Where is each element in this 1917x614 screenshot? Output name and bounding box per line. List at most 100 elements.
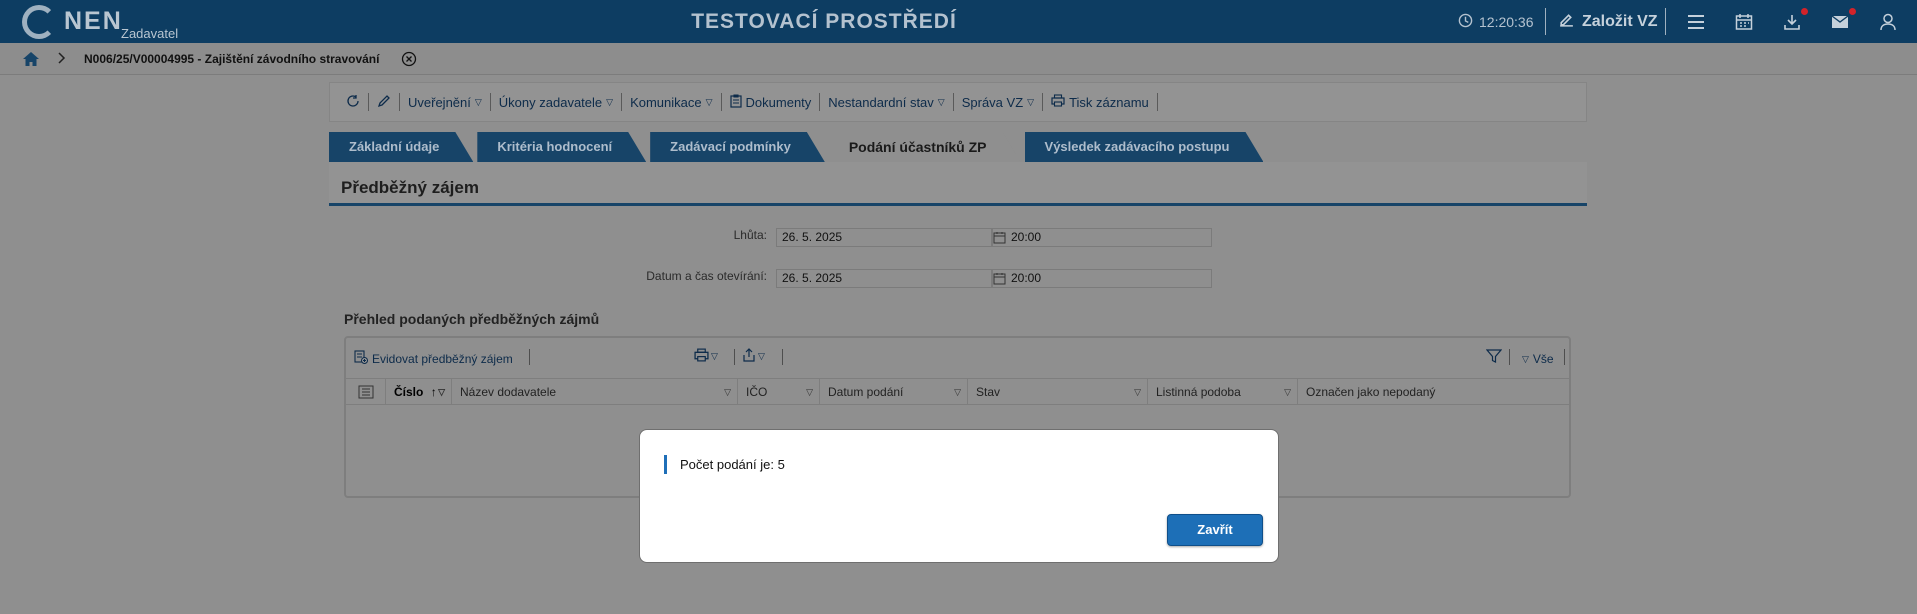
tab-zakladni-udaje[interactable]: Základní údaje — [329, 132, 473, 162]
calendar-icon — [993, 272, 1006, 290]
refresh-button[interactable] — [338, 93, 369, 111]
deadline-date-field[interactable]: 26. 5. 2025 — [776, 228, 992, 247]
toolbar-divider — [1564, 349, 1565, 365]
column-listinna-podoba[interactable]: Listinná podoba ▽ — [1148, 379, 1298, 405]
toolbar-divider — [529, 349, 530, 365]
dialog-message: Počet podání je: 5 — [680, 457, 785, 472]
menu-icon[interactable] — [1685, 11, 1707, 33]
dropdown-arrow-icon: ▽ — [474, 96, 482, 107]
column-label: Listinná podoba — [1156, 385, 1241, 399]
column-datum-podani[interactable]: Datum podání ▽ — [820, 379, 968, 405]
toolbar-sprava-vz[interactable]: Správa VZ ▽ — [954, 93, 1044, 111]
download-icon[interactable] — [1781, 8, 1808, 33]
tab-kriteria-hodnoceni[interactable]: Kritéria hodnocení — [477, 132, 646, 162]
home-icon[interactable] — [22, 51, 40, 70]
breadcrumb: N006/25/V00004995 - Zajištění závodního … — [0, 43, 1917, 75]
sort-ascending-icon: ↑ — [430, 385, 437, 399]
column-label: Název dodavatele — [460, 385, 557, 399]
column-oznacen-nepodany[interactable]: Označen jako nepodaný — [1298, 379, 1569, 405]
toolbar-uverejneni[interactable]: Uveřejnění ▽ — [400, 93, 491, 111]
header-divider — [1545, 8, 1546, 35]
tab-zadavaci-podminky[interactable]: Zadávací podmínky — [650, 132, 825, 162]
export-icon — [742, 348, 756, 364]
column-label: Číslo — [394, 385, 424, 399]
toolbar-label: Správa VZ — [961, 94, 1024, 110]
dialog-accent-bar — [664, 455, 667, 474]
print-icon — [694, 348, 709, 364]
toolbar-divider — [734, 349, 735, 365]
notification-dot — [1801, 8, 1808, 15]
print-menu-button[interactable]: ▽ — [694, 348, 718, 364]
add-interest-label: Evidovat předběžný zájem — [372, 351, 513, 366]
toolbar-divider — [1509, 349, 1510, 365]
dropdown-arrow-icon: ▽ — [438, 387, 445, 397]
column-settings-button[interactable] — [346, 379, 386, 405]
toolbar-label: Nestandardní stav — [828, 94, 934, 110]
edit-icon — [1558, 11, 1575, 33]
toolbar-label: Úkony zadavatele — [498, 94, 603, 110]
mail-icon[interactable] — [1829, 8, 1856, 33]
opening-date-field[interactable]: 26. 5. 2025 — [776, 269, 992, 288]
dropdown-arrow-icon: ▽ — [806, 387, 813, 397]
header-divider — [1665, 8, 1666, 35]
filter-button[interactable] — [1485, 348, 1503, 366]
grid-header: Číslo ↑ ▽ Název dodavatele ▽ IČO ▽ Datum… — [346, 378, 1569, 405]
print-icon — [1051, 94, 1065, 110]
opening-time-value: 20:00 — [1011, 271, 1042, 285]
filter-icon — [1485, 348, 1503, 366]
add-interest-button[interactable]: Evidovat předběžný zájem — [354, 350, 513, 367]
app-header: NEN Zadavatel TESTOVACÍ PROSTŘEDÍ 12:20:… — [0, 0, 1917, 43]
session-clock: 12:20:36 — [1458, 13, 1534, 31]
toolbar-label: Komunikace — [630, 94, 702, 110]
column-ico[interactable]: IČO ▽ — [738, 379, 820, 405]
column-label: Stav — [976, 385, 1001, 399]
dropdown-arrow-icon: ▽ — [705, 96, 713, 107]
edit-button[interactable] — [369, 93, 400, 111]
user-icon[interactable] — [1877, 11, 1899, 33]
toolbar-label: Tisk záznamu — [1069, 94, 1149, 110]
dropdown-arrow-icon: ▽ — [937, 96, 945, 107]
toolbar-komunikace[interactable]: Komunikace ▽ — [622, 93, 722, 111]
tab-vysledek[interactable]: Výsledek zadávacího postupu — [1025, 132, 1264, 162]
breadcrumb-current[interactable]: N006/25/V00004995 - Zajištění závodního … — [84, 52, 379, 66]
section-title: Předběžný zájem — [341, 178, 479, 197]
close-tab-icon[interactable] — [401, 51, 417, 70]
pencil-icon — [377, 94, 391, 111]
filter-all-dropdown[interactable]: ▽ Vše — [1522, 352, 1554, 366]
refresh-icon — [346, 94, 360, 111]
column-stav[interactable]: Stav ▽ — [968, 379, 1148, 405]
opening-time-field[interactable]: 20:00 — [992, 269, 1212, 288]
document-icon — [729, 93, 742, 111]
deadline-time-field[interactable]: 20:00 — [992, 228, 1212, 247]
column-label: Datum podání — [828, 385, 904, 399]
clock-icon — [1458, 13, 1473, 31]
filter-all-label: Vše — [1532, 352, 1554, 366]
column-label: Označen jako nepodaný — [1306, 385, 1436, 399]
calendar-icon — [993, 231, 1006, 249]
column-cislo[interactable]: Číslo ↑ ▽ — [386, 379, 452, 405]
section-header — [329, 162, 1587, 206]
opening-label: Datum a čas otevírání: — [646, 269, 767, 283]
toolbar-label: Uveřejnění — [408, 94, 471, 110]
toolbar-label: Dokumenty — [745, 94, 812, 110]
grid-title: Přehled podaných předběžných zájmů — [344, 311, 600, 327]
toolbar-tisk[interactable]: Tisk záznamu — [1043, 93, 1158, 111]
create-vz-button[interactable]: Založit VZ — [1558, 11, 1658, 33]
export-menu-button[interactable]: ▽ — [742, 348, 765, 364]
tab-strip: Základní údaje Kritéria hodnocení Zadáva… — [329, 132, 1267, 162]
close-dialog-button[interactable]: Zavřít — [1167, 514, 1263, 546]
column-nazev-dodavatele[interactable]: Název dodavatele ▽ — [452, 379, 738, 405]
dropdown-arrow-icon: ▽ — [606, 96, 614, 107]
dropdown-arrow-icon: ▽ — [1284, 387, 1291, 397]
calendar-icon[interactable] — [1733, 11, 1755, 33]
tab-podani-ucastniku[interactable]: Podání účastníků ZP — [829, 132, 1021, 162]
toolbar-dokumenty[interactable]: Dokumenty — [722, 93, 821, 111]
toolbar-ukony[interactable]: Úkony zadavatele ▽ — [491, 93, 623, 111]
grid-toolbar: Evidovat předběžný zájem ▽ ▽ ▽ Vše — [346, 338, 1569, 374]
deadline-label: Lhůta: — [733, 228, 767, 242]
info-dialog: Počet podání je: 5 Zavřít — [639, 429, 1279, 563]
dropdown-arrow-icon: ▽ — [954, 387, 961, 397]
toolbar-nestandardni-stav[interactable]: Nestandardní stav ▽ — [820, 93, 954, 111]
dropdown-arrow-icon: ▽ — [1134, 387, 1141, 397]
environment-title: TESTOVACÍ PROSTŘEDÍ — [691, 10, 957, 33]
